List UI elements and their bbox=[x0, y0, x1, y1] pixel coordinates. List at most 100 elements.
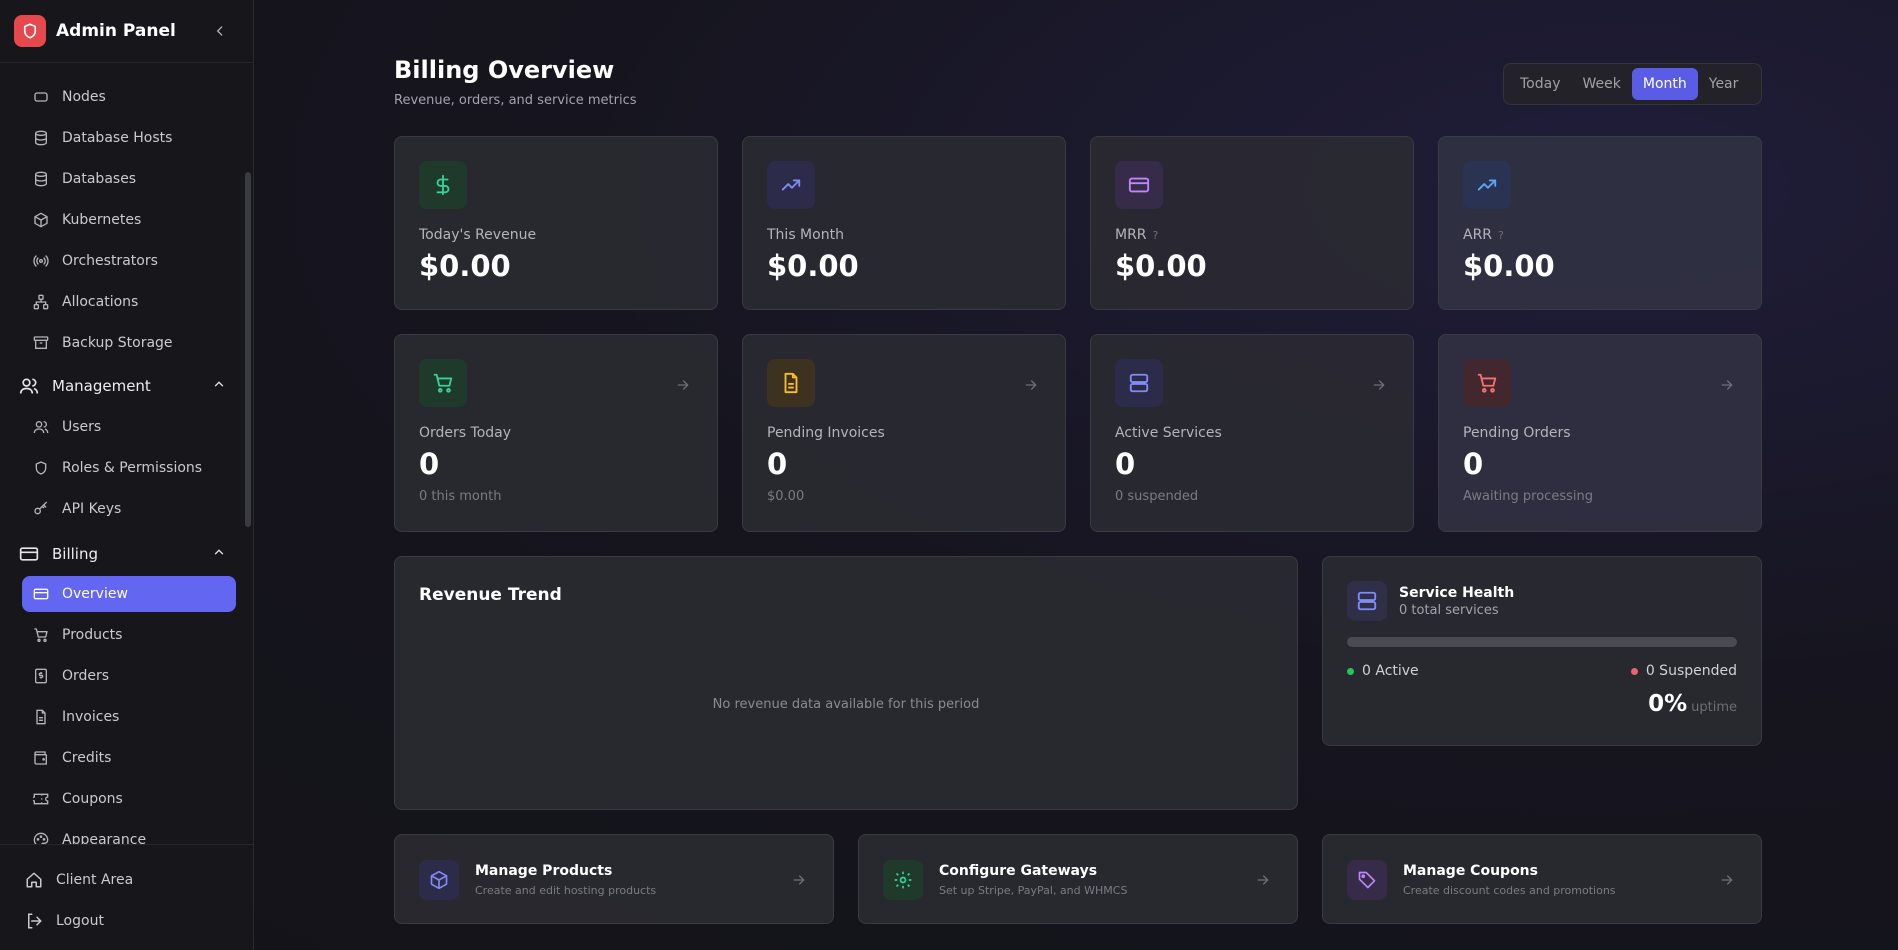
stat-card-todays-revenue: Today's Revenue $0.00 bbox=[394, 136, 718, 310]
sidebar-item-overview[interactable]: Overview bbox=[22, 576, 236, 612]
sidebar-item-label: Invoices bbox=[62, 709, 120, 725]
sidebar-item-databases[interactable]: Databases bbox=[22, 161, 236, 197]
active-label: 0 Active bbox=[1362, 663, 1419, 679]
brand-header: Admin Panel bbox=[0, 0, 253, 63]
file-icon bbox=[32, 708, 50, 726]
stat-label-row: MRR ? bbox=[1115, 227, 1158, 243]
info-icon[interactable]: ? bbox=[1153, 229, 1159, 242]
sidebar-item-label: Database Hosts bbox=[62, 130, 173, 146]
manage-coupons-card[interactable]: Manage Coupons Create discount codes and… bbox=[1322, 834, 1762, 924]
radio-icon bbox=[32, 252, 50, 270]
section-label: Management bbox=[52, 377, 151, 395]
sidebar-item-label: Appearance bbox=[62, 832, 147, 844]
configure-gateways-card[interactable]: Configure Gateways Set up Stripe, PayPal… bbox=[858, 834, 1298, 924]
revenue-trend-title: Revenue Trend bbox=[419, 585, 562, 605]
date-range-selector: Today Week Month Year bbox=[1503, 63, 1762, 105]
sidebar-item-backup-storage[interactable]: Backup Storage bbox=[22, 325, 236, 361]
client-area-label: Client Area bbox=[56, 872, 134, 888]
shield-logo-icon bbox=[14, 15, 46, 47]
stat-card-pending-invoices[interactable]: Pending Invoices 0 $0.00 bbox=[742, 334, 1066, 532]
cube-icon bbox=[32, 211, 50, 229]
stat-subtext: Awaiting processing bbox=[1463, 489, 1593, 504]
sidebar-item-label: Users bbox=[62, 419, 102, 435]
sidebar-item-products[interactable]: Products bbox=[22, 617, 236, 653]
sidebar-item-label: Products bbox=[62, 627, 123, 643]
sidebar-item-label: API Keys bbox=[62, 501, 122, 517]
active-legend: 0 Active bbox=[1347, 663, 1419, 679]
archive-icon bbox=[32, 334, 50, 352]
gear-icon bbox=[883, 860, 923, 900]
info-icon[interactable]: ? bbox=[1498, 229, 1504, 242]
manage-products-card[interactable]: Manage Products Create and edit hosting … bbox=[394, 834, 834, 924]
sidebar-item-label: Kubernetes bbox=[62, 212, 142, 228]
sidebar-item-kubernetes[interactable]: Kubernetes bbox=[22, 202, 236, 238]
server-icon bbox=[1347, 581, 1387, 621]
action-title: Manage Coupons bbox=[1403, 863, 1538, 879]
sidebar-item-nodes[interactable]: Nodes bbox=[22, 79, 236, 115]
logout-button[interactable]: Logout bbox=[24, 906, 104, 936]
sidebar-item-label: Nodes bbox=[62, 89, 106, 105]
sidebar-item-invoices[interactable]: Invoices bbox=[22, 699, 236, 735]
card-icon bbox=[1115, 161, 1163, 209]
sidebar-item-roles-permissions[interactable]: Roles & Permissions bbox=[22, 450, 236, 486]
sidebar-item-label: Overview bbox=[62, 586, 128, 602]
range-year-button[interactable]: Year bbox=[1698, 68, 1750, 100]
stat-card-pending-orders[interactable]: Pending Orders 0 Awaiting processing bbox=[1438, 334, 1762, 532]
sidebar-item-label: Orchestrators bbox=[62, 253, 158, 269]
stat-label: Orders Today bbox=[419, 425, 512, 441]
arrow-right-icon bbox=[1717, 375, 1737, 395]
sidebar-item-credits[interactable]: Credits bbox=[22, 740, 236, 776]
logout-icon bbox=[24, 911, 44, 931]
sidebar-item-label: Orders bbox=[62, 668, 110, 684]
uptime-label: uptime bbox=[1691, 700, 1737, 715]
stat-value: $0.00 bbox=[767, 249, 859, 283]
action-subtitle: Create and edit hosting products bbox=[475, 884, 657, 897]
stat-value: 0 bbox=[419, 447, 440, 481]
active-dot bbox=[1347, 667, 1354, 675]
sidebar-item-label: Credits bbox=[62, 750, 112, 766]
ticket-icon bbox=[32, 790, 50, 808]
revenue-empty-message: No revenue data available for this perio… bbox=[712, 697, 980, 712]
stat-card-active-services[interactable]: Active Services 0 0 suspended bbox=[1090, 334, 1414, 532]
stat-value: 0 bbox=[767, 447, 788, 481]
arrow-right-icon bbox=[1253, 870, 1273, 890]
suspended-label: 0 Suspended bbox=[1645, 663, 1737, 679]
client-area-link[interactable]: Client Area bbox=[24, 865, 133, 895]
users-icon bbox=[32, 418, 50, 436]
range-month-button[interactable]: Month bbox=[1631, 68, 1698, 100]
sidebar-item-users[interactable]: Users bbox=[22, 409, 236, 445]
range-today-button[interactable]: Today bbox=[1509, 68, 1572, 100]
collapse-sidebar-button[interactable] bbox=[211, 22, 229, 40]
sidebar-item-allocations[interactable]: Allocations bbox=[22, 284, 236, 320]
sidebar-item-api-keys[interactable]: API Keys bbox=[22, 491, 236, 527]
sidebar-item-orchestrators[interactable]: Orchestrators bbox=[22, 243, 236, 279]
stat-card-orders-today[interactable]: Orders Today 0 0 this month bbox=[394, 334, 718, 532]
shield-icon bbox=[32, 459, 50, 477]
sidebar-nav[interactable]: Nodes Database Hosts Databases Kubernete… bbox=[0, 64, 245, 844]
revenue-trend-card: Revenue Trend No revenue data available … bbox=[394, 556, 1298, 810]
sidebar-item-database-hosts[interactable]: Database Hosts bbox=[22, 120, 236, 156]
sidebar-item-orders[interactable]: Orders bbox=[22, 658, 236, 694]
wallet-icon bbox=[32, 749, 50, 767]
sidebar-item-coupons[interactable]: Coupons bbox=[22, 781, 236, 817]
range-week-button[interactable]: Week bbox=[1572, 68, 1632, 100]
sidebar-item-appearance[interactable]: Appearance bbox=[22, 822, 236, 844]
sidebar-item-label: Coupons bbox=[62, 791, 123, 807]
chevron-left-icon bbox=[216, 26, 223, 36]
server-icon bbox=[32, 88, 50, 106]
sidebar-scrollbar[interactable] bbox=[245, 172, 251, 527]
card-icon bbox=[18, 543, 40, 565]
home-icon bbox=[24, 870, 44, 890]
stat-label: Pending Orders bbox=[1463, 425, 1571, 441]
sidebar-section-management[interactable]: Management bbox=[18, 368, 238, 404]
stat-label: MRR bbox=[1115, 227, 1147, 243]
arrow-right-icon bbox=[1369, 375, 1389, 395]
stat-label: This Month bbox=[767, 227, 844, 243]
suspended-dot bbox=[1630, 667, 1638, 675]
stat-label-row: ARR ? bbox=[1463, 227, 1504, 243]
sidebar-section-billing[interactable]: Billing bbox=[18, 536, 238, 572]
cart-icon bbox=[1463, 359, 1511, 407]
dollar-receipt-icon bbox=[32, 667, 50, 685]
stat-value: $0.00 bbox=[1463, 249, 1555, 283]
trending-up-icon bbox=[1463, 161, 1511, 209]
